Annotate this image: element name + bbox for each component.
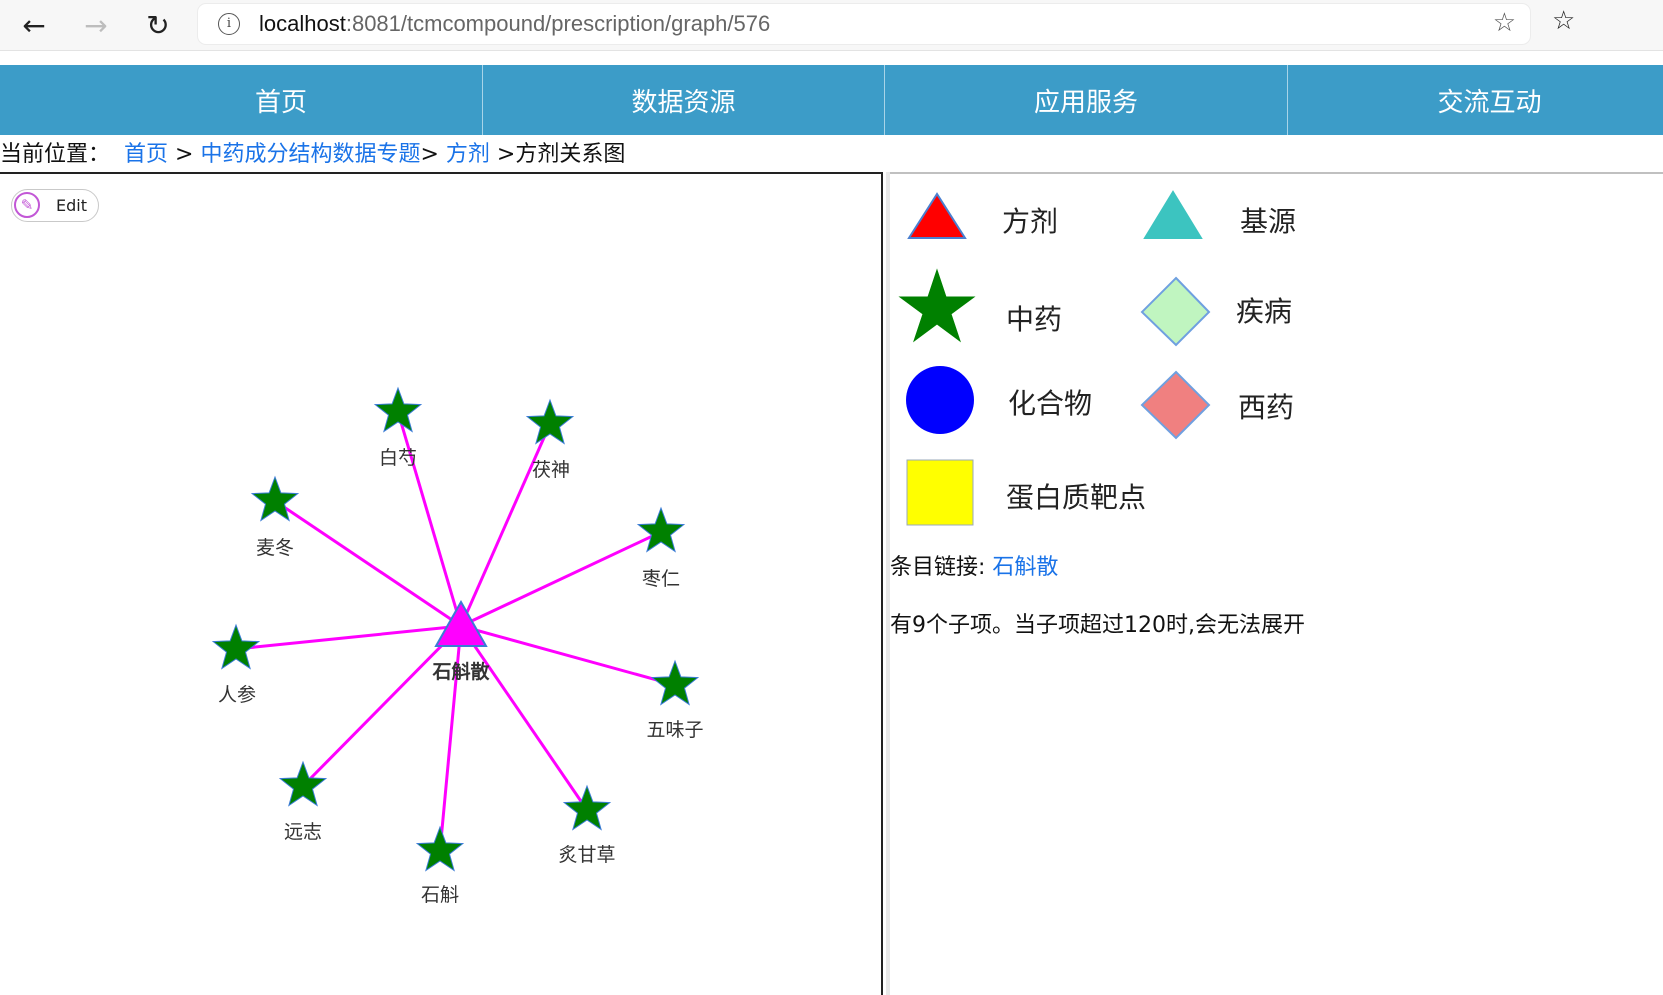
herb-node-label: 枣仁 (642, 568, 680, 590)
legend-disease-diamond-icon (1140, 276, 1211, 347)
legend-label-prescription: 方剂 (1002, 205, 1059, 238)
reload-icon[interactable]: ↻ (138, 5, 178, 45)
herb-node-star-icon[interactable] (650, 659, 700, 706)
browser-toolbar: ← → ↻ i localhost:8081/tcmcompound/presc… (0, 0, 1663, 51)
herb-node-label: 茯神 (532, 459, 570, 481)
graph-edge (459, 625, 589, 811)
menu-item-communication[interactable]: 交流互动 (1288, 65, 1663, 135)
child-count-info: 有9个子项。当子项超过120时,会无法展开 (890, 613, 1305, 638)
graph-edge (396, 411, 463, 627)
herb-node-label: 石斛 (421, 884, 459, 906)
legend-herb-star-icon (898, 268, 976, 343)
prescription-node-triangle-icon[interactable] (434, 599, 488, 647)
herb-node-star-icon[interactable] (373, 386, 423, 433)
breadcrumb-prefix: 当前位置： (0, 142, 111, 167)
menu-item-app-services[interactable]: 应用服务 (885, 65, 1288, 135)
forward-arrow-icon[interactable]: → (76, 5, 116, 45)
herb-node-star-icon[interactable] (415, 825, 465, 872)
graph-edge (274, 499, 462, 628)
entry-link-line: 条目链接: 石斛散 (890, 549, 1058, 581)
herb-node-label: 远志 (284, 821, 322, 843)
legend-western-drug-diamond-icon (1140, 370, 1211, 440)
graph-edge (460, 530, 662, 628)
graph-edge (460, 624, 676, 687)
relation-graph[interactable]: 白芍茯神麦冬枣仁人参五味子远志炙甘草石斛 石斛散 (0, 174, 881, 995)
herb-node-label: 炙甘草 (558, 844, 615, 866)
legend-protein-square-icon (906, 459, 974, 526)
graph-edge (235, 624, 462, 651)
prescription-node-label: 石斛散 (431, 660, 489, 683)
graph-edge (301, 624, 463, 788)
entry-link-prefix: 条目链接: (890, 555, 993, 580)
legend-prescription-triangle-icon (907, 192, 967, 239)
legend-compound-circle-icon (906, 366, 974, 434)
star-outline-icon[interactable]: ☆ (1493, 8, 1516, 38)
back-arrow-icon[interactable]: ← (14, 5, 54, 45)
breadcrumb: 当前位置： 首页 > 中药成分结构数据专题> 方剂 >方剂关系图 (0, 138, 625, 172)
herb-node-label: 白芍 (379, 447, 417, 469)
info-icon[interactable]: i (218, 13, 240, 35)
graph-panel: ✎ Edit 白芍 茯神 麦冬 枣仁 人参 五味子 远志 炙甘草 石斛 石斛散 (0, 172, 883, 995)
breadcrumb-separator: > (489, 142, 516, 167)
breadcrumb-current: 方剂关系图 (515, 142, 626, 167)
graph-edge (438, 625, 463, 852)
breadcrumb-separator: > (420, 142, 446, 167)
breadcrumb-home-link[interactable]: 首页 (124, 142, 168, 167)
legend-label-herb: 中药 (1006, 303, 1063, 336)
herb-node-label: 人参 (218, 684, 256, 706)
herb-node-star-icon[interactable] (250, 475, 300, 522)
menu-item-data-resources[interactable]: 数据资源 (483, 65, 885, 135)
menu-item-home[interactable]: 首页 (0, 65, 483, 135)
legend-label-western-drug: 西药 (1238, 391, 1295, 424)
herb-node-label: 麦冬 (256, 537, 294, 559)
herb-node-star-icon[interactable] (636, 506, 686, 553)
breadcrumb-topic-link[interactable]: 中药成分结构数据专题 (200, 142, 420, 167)
main-menu: 首页 数据资源 应用服务 交流互动 (0, 65, 1663, 135)
legend-label-protein-target: 蛋白质靶点 (1006, 481, 1147, 514)
address-bar[interactable]: i localhost:8081/tcmcompound/prescriptio… (198, 4, 1530, 44)
entry-link[interactable]: 石斛散 (992, 555, 1058, 580)
herb-node-star-icon[interactable] (525, 398, 575, 445)
legend-label-compound: 化合物 (1008, 387, 1093, 420)
legend-label-disease: 疾病 (1236, 295, 1293, 328)
url-text[interactable]: localhost:8081/tcmcompound/prescription/… (259, 11, 770, 37)
herb-node-star-icon[interactable] (211, 623, 261, 670)
herb-node-label: 五味子 (646, 719, 703, 741)
legend-source-triangle-icon (1143, 190, 1203, 239)
herb-node-star-icon[interactable] (562, 784, 612, 831)
graph-edge (459, 423, 552, 627)
breadcrumb-prescription-link[interactable]: 方剂 (446, 142, 490, 167)
legend-label-source: 基源 (1240, 205, 1297, 238)
url-path: :8081/tcmcompound/prescription/graph/576 (345, 11, 771, 36)
url-host: localhost (259, 11, 346, 36)
legend-panel: 方剂 基源 中药 疾病 化合物 西药 蛋白质靶点 条目链接: 石斛散 有9个子项… (890, 172, 1663, 995)
favorites-icon[interactable]: ☆ (1552, 6, 1575, 36)
breadcrumb-separator: > (168, 142, 201, 167)
